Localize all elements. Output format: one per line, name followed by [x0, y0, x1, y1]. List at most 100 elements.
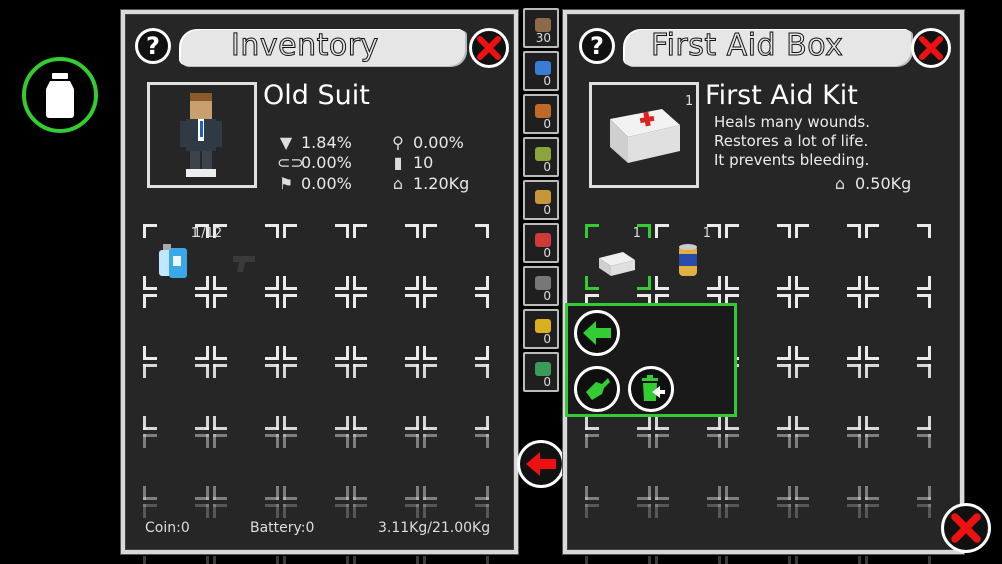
inventory-slot[interactable] — [865, 434, 935, 504]
inventory-slot[interactable] — [585, 434, 655, 504]
quick-slot-count: 0 — [543, 289, 551, 303]
armor-stat: ▼ 1.84% — [277, 133, 352, 152]
inventory-slot[interactable] — [655, 504, 725, 564]
inventory-slot[interactable] — [795, 224, 865, 294]
quick-slot-count: 0 — [543, 160, 551, 174]
quick-slot[interactable]: 0 — [523, 51, 559, 91]
inventory-slot[interactable] — [725, 434, 795, 504]
close-icon — [477, 36, 501, 60]
inventory-slot[interactable]: 1 — [655, 224, 725, 294]
quick-slot-item-icon — [535, 276, 551, 290]
inventory-slot[interactable] — [353, 434, 423, 504]
help-button[interactable]: ? — [135, 28, 171, 64]
water-bottles-icon — [159, 244, 187, 278]
left-arrow-icon — [526, 452, 556, 476]
inventory-slot[interactable] — [143, 364, 213, 434]
quick-slot-count: 0 — [543, 117, 551, 131]
transfer-back-button[interactable] — [517, 440, 565, 488]
weight-icon: ⌂ — [392, 174, 404, 193]
gun-icon: ⚲ — [392, 133, 404, 152]
quick-slot[interactable]: 0 — [523, 309, 559, 349]
inventory-slot[interactable] — [283, 364, 353, 434]
inventory-slot[interactable]: 1 — [585, 224, 655, 294]
inventory-slot[interactable] — [423, 434, 493, 504]
inventory-slot[interactable] — [353, 224, 423, 294]
selected-item-name: First Aid Kit — [705, 80, 858, 111]
equipped-portrait[interactable] — [147, 82, 257, 188]
inventory-slot[interactable] — [283, 224, 353, 294]
item-description-3: It prevents bleeding. — [714, 151, 870, 169]
quick-slot-item-icon — [535, 190, 551, 204]
close-button[interactable] — [911, 28, 951, 68]
inventory-slot[interactable] — [423, 364, 493, 434]
inventory-slot[interactable] — [353, 294, 423, 364]
armor-icon: ▼ — [279, 133, 293, 152]
inventory-slot[interactable] — [865, 504, 935, 564]
quick-slot[interactable]: 0 — [523, 352, 559, 392]
inventory-slot[interactable]: 1/12 — [193, 224, 283, 294]
quick-slot-count: 0 — [543, 203, 551, 217]
selected-item-portrait[interactable] — [589, 82, 699, 188]
bottle-button[interactable] — [22, 57, 98, 133]
inventory-slot[interactable] — [865, 224, 935, 294]
close-button[interactable] — [469, 28, 509, 68]
carry-weight: 3.11Kg/21.00Kg — [378, 520, 491, 536]
quick-slot-count: 0 — [543, 74, 551, 88]
quick-slot[interactable]: 0 — [523, 137, 559, 177]
quick-slot-item-icon — [535, 319, 551, 333]
slot-quantity: 1/12 — [193, 226, 223, 241]
inventory-slot[interactable] — [213, 434, 283, 504]
bottle-icon — [46, 73, 74, 118]
inventory-slot[interactable] — [213, 364, 283, 434]
battery-count: Battery:0 — [250, 520, 315, 536]
quick-slot-item-icon — [535, 233, 551, 247]
quick-slot-item-icon — [535, 18, 551, 32]
inventory-slot[interactable] — [423, 294, 493, 364]
close-all-button[interactable] — [941, 503, 991, 553]
inventory-slot[interactable] — [283, 434, 353, 504]
inventory-slot[interactable] — [865, 364, 935, 434]
move-to-inventory-button[interactable] — [574, 310, 620, 356]
discard-button[interactable] — [628, 366, 674, 412]
inventory-slot[interactable] — [143, 294, 213, 364]
pistol-icon — [233, 256, 255, 272]
inventory-slot[interactable] — [795, 434, 865, 504]
close-icon — [951, 513, 981, 543]
quick-slot[interactable]: 0 — [523, 266, 559, 306]
panel-title: First Aid Box — [650, 28, 844, 64]
equip-button[interactable] — [574, 366, 620, 412]
goggles-icon: ⊂⊃ — [277, 153, 304, 172]
help-button[interactable]: ? — [579, 28, 615, 64]
inventory-slot[interactable] — [585, 504, 655, 564]
quick-slot-count: 0 — [543, 375, 551, 389]
close-icon — [919, 36, 943, 60]
inventory-slot[interactable] — [725, 224, 795, 294]
inventory-slot[interactable] — [865, 294, 935, 364]
inventory-slot[interactable] — [795, 294, 865, 364]
quick-slot-item-icon — [535, 61, 551, 75]
speed-stat: ⚑ 0.00% — [278, 174, 352, 193]
coin-count: Coin:0 — [145, 520, 190, 536]
inventory-slot[interactable] — [655, 434, 725, 504]
item-action-menu — [565, 303, 737, 417]
inventory-slot[interactable] — [423, 224, 493, 294]
inventory-slot[interactable] — [795, 364, 865, 434]
inventory-slot[interactable] — [213, 294, 283, 364]
inventory-slot[interactable] — [725, 504, 795, 564]
inventory-slot[interactable] — [353, 364, 423, 434]
quick-slot[interactable]: 30 — [523, 8, 559, 48]
quick-slot[interactable]: 0 — [523, 223, 559, 263]
first-aid-kit-icon — [610, 109, 680, 163]
slot-quantity: 1 — [702, 226, 711, 241]
inventory-slot[interactable] — [795, 504, 865, 564]
panel-title: Inventory — [231, 28, 379, 64]
trash-icon — [642, 375, 665, 401]
quick-slot[interactable]: 0 — [523, 94, 559, 134]
inventory-panel: ? Inventory Old Suit ▼ 1.84% ⊂⊃0.00% ⚑ 0.0… — [121, 10, 518, 564]
first-aid-kit-icon — [599, 252, 635, 276]
slot-quantity: 1 — [632, 226, 641, 241]
weight-icon: ⌂ — [834, 174, 846, 193]
inventory-slot[interactable] — [143, 434, 213, 504]
inventory-slot[interactable] — [283, 294, 353, 364]
quick-slot[interactable]: 0 — [523, 180, 559, 220]
